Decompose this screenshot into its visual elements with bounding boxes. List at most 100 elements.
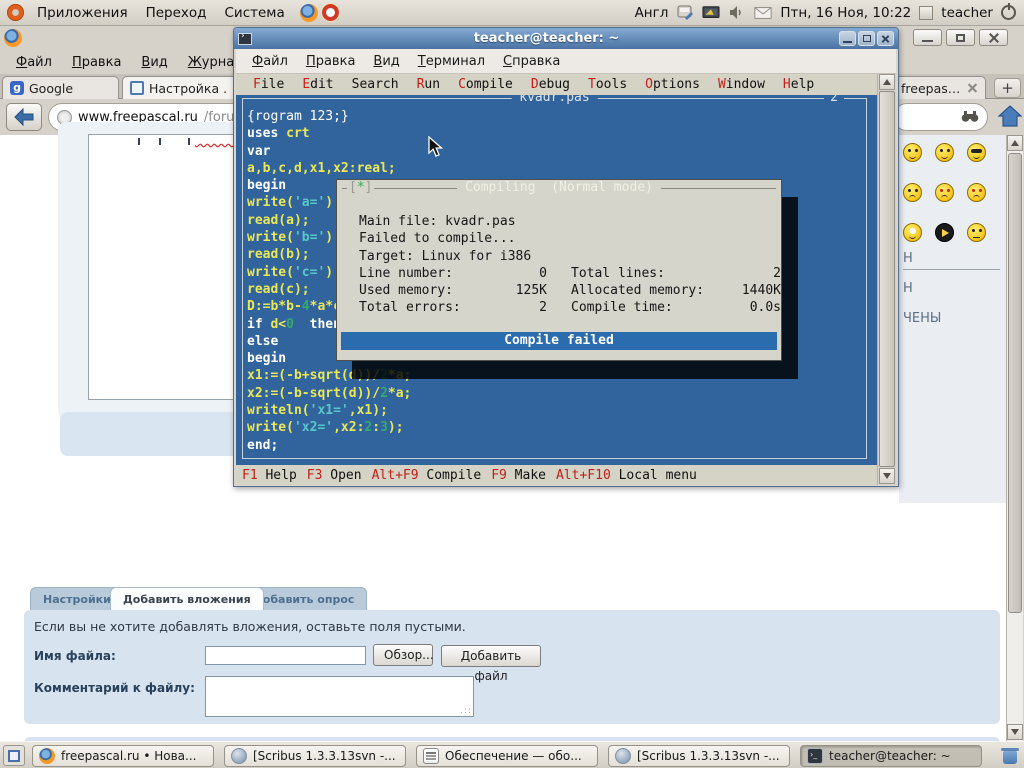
terminal-menu-Справка[interactable]: Справка: [495, 54, 568, 69]
add-file-button[interactable]: Добавить файл: [441, 645, 541, 667]
text-fragment: [138, 138, 140, 145]
taskbar-button-document-2[interactable]: Обеспечение — обо...: [416, 745, 598, 767]
smiley-evil-icon[interactable]: [935, 183, 954, 202]
terminal-minimize-button[interactable]: [839, 31, 856, 46]
status-Open[interactable]: F3 Open: [307, 468, 362, 483]
minimize-button[interactable]: [913, 29, 942, 46]
smiley-idea-icon[interactable]: [903, 223, 922, 242]
terminal-scroll-up[interactable]: [879, 74, 895, 90]
mail-icon[interactable]: [754, 5, 772, 21]
firefox-menu-Вид[interactable]: Вид: [133, 55, 175, 70]
status-Compile[interactable]: Alt+F9 Compile: [372, 468, 482, 483]
terminal-menu-Файл[interactable]: Файл: [244, 54, 296, 69]
ide-editor[interactable]: kvadr.pas 2 {rogram 123;}uses crtvara,b,…: [236, 95, 877, 465]
panel-menu-Переход[interactable]: Переход: [137, 5, 216, 21]
close-button[interactable]: [979, 29, 1008, 46]
clock[interactable]: Птн, 16 Ноя, 10:22: [780, 5, 911, 21]
ide-menu-Window[interactable]: Window: [709, 77, 774, 92]
terminal-titlebar[interactable]: teacher@teacher: ~: [234, 28, 898, 49]
terminal-scrollbar-thumb[interactable]: [879, 91, 895, 467]
sidebar-text-fragment: Н: [903, 251, 941, 265]
smiley-cool-icon[interactable]: [967, 143, 986, 162]
smiley-twisted-icon[interactable]: [967, 183, 986, 202]
ide-menu-File[interactable]: File: [244, 77, 293, 92]
home-button[interactable]: [997, 101, 1023, 131]
browser-scrollbar[interactable]: [1006, 135, 1023, 741]
panel-menu-Система[interactable]: Система: [216, 5, 294, 21]
ide-menu-Run[interactable]: Run: [408, 77, 449, 92]
file-name-label: Имя файла:: [34, 649, 116, 663]
panel-menu-Приложения[interactable]: Приложения: [28, 5, 137, 21]
smiley-arrow-icon[interactable]: [935, 223, 954, 242]
editor-window-title: kvadr.pas: [511, 95, 597, 105]
dialog-stat-row: Total errors:2Compile time:0.0s: [359, 299, 781, 316]
taskbar-button-terminal-4[interactable]: teacher@teacher: ~: [800, 745, 982, 767]
show-desktop-button[interactable]: [3, 745, 25, 766]
ide-menu-Debug[interactable]: Debug: [522, 77, 579, 92]
browse-button[interactable]: Обзор...: [373, 644, 433, 666]
smiley-sad-icon[interactable]: [903, 183, 922, 202]
gnome-top-panel: ПриложенияПереходСистема Англ Птн, 16 Но…: [0, 0, 1024, 26]
terminal-scrollbar[interactable]: [877, 74, 896, 485]
ubuntu-logo-icon[interactable]: [7, 4, 24, 21]
status-Make[interactable]: F9 Make: [491, 468, 546, 483]
taskbar-button-label: Обеспечение — обо...: [445, 749, 582, 763]
smiley-smile-icon[interactable]: [935, 143, 954, 162]
display-settings-icon[interactable]: [702, 5, 720, 21]
firefox-launcher-icon[interactable]: [300, 4, 318, 22]
terminal-menu-Вид[interactable]: Вид: [365, 54, 407, 69]
ide-menu-Tools[interactable]: Tools: [579, 77, 636, 92]
ide-menu-Options[interactable]: Options: [636, 77, 709, 92]
ide-menu-Compile[interactable]: Compile: [449, 77, 522, 92]
smiley-shock-icon[interactable]: [903, 143, 922, 162]
firefox-menu-Файл[interactable]: Файл: [8, 55, 60, 70]
tab-add-attachments[interactable]: Добавить вложения: [110, 587, 264, 610]
compile-failed-bar[interactable]: Compile failed: [341, 332, 777, 350]
terminal-title: teacher@teacher: ~: [256, 31, 837, 46]
file-name-input[interactable]: [205, 646, 366, 665]
code-line: uses crt: [247, 125, 411, 142]
taskbar: freepascal.ru • Нова... [Scribus 1.3.3.13…: [0, 741, 1024, 768]
ide-menu-Edit[interactable]: Edit: [293, 77, 342, 92]
terminal-body: FileEditSearchRunCompileDebugToolsOption…: [236, 74, 896, 485]
help-launcher-icon[interactable]: [322, 4, 339, 21]
file-comment-textarea[interactable]: [205, 676, 474, 717]
keyboard-layout-indicator[interactable]: Англ: [635, 5, 669, 21]
terminal-maximize-button[interactable]: [858, 31, 875, 46]
dialog-stat-row: Used memory:125KAllocated memory:1440K: [359, 282, 781, 299]
scrollbar-thumb[interactable]: [1008, 153, 1022, 613]
scroll-up-button[interactable]: [1007, 135, 1023, 151]
scroll-down-button[interactable]: [1007, 724, 1023, 740]
tab-google[interactable]: g Google: [2, 76, 119, 99]
taskbar-button-scribus-1[interactable]: [Scribus 1.3.3.13svn -...: [224, 745, 406, 767]
taskbar-button-firefox-0[interactable]: freepascal.ru • Нова...: [32, 745, 214, 767]
user-switcher[interactable]: teacher: [941, 5, 993, 21]
ide-menu-Search[interactable]: Search: [343, 77, 408, 92]
status-Help[interactable]: F1 Help: [242, 468, 297, 483]
back-button[interactable]: [6, 103, 42, 131]
tab-nastroyka[interactable]: Настройка .: [122, 76, 245, 99]
attachments-hint: Если вы не хотите добавлять вложения, ос…: [34, 619, 466, 634]
power-icon[interactable]: [1001, 5, 1016, 20]
smiley-neutral-icon[interactable]: [967, 223, 986, 242]
status-Local menu[interactable]: Alt+F10 Local menu: [556, 468, 697, 483]
ide-menu-Help[interactable]: Help: [774, 77, 823, 92]
terminal-menu-Терминал[interactable]: Терминал: [410, 54, 493, 69]
terminal-close-button[interactable]: [877, 31, 894, 46]
tab-freepascal[interactable]: freepasc...: [893, 76, 986, 99]
resize-grip[interactable]: .::: [460, 706, 472, 716]
maximize-button[interactable]: [946, 29, 975, 46]
terminal-scroll-down[interactable]: [879, 468, 895, 484]
terminal-icon: [807, 748, 823, 764]
taskbar-button-scribus-3[interactable]: [Scribus 1.3.3.13svn -...: [608, 745, 790, 767]
notes-applet-icon[interactable]: [919, 6, 933, 20]
volume-icon[interactable]: [728, 5, 746, 21]
firefox-menu-Правка[interactable]: Правка: [64, 55, 129, 70]
dialog-content: Main file: kvadr.pasFailed to compile...…: [359, 213, 781, 317]
trash-icon[interactable]: [1000, 745, 1020, 766]
new-tab-button[interactable]: +: [994, 78, 1021, 98]
terminal-menu-Правка[interactable]: Правка: [298, 54, 363, 69]
keyboard-settings-icon[interactable]: [676, 5, 694, 21]
search-input[interactable]: [893, 103, 988, 131]
tab-close-icon[interactable]: [966, 82, 978, 95]
